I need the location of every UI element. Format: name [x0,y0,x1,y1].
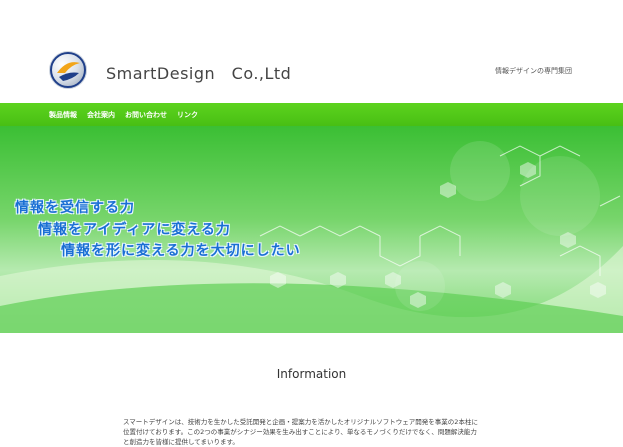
company-name: SmartDesign Co.,Ltd [106,64,292,83]
nav-item-products[interactable]: 製品情報 [49,110,77,120]
main-nav: 製品情報 会社案内 お問い合わせ リンク [0,103,623,126]
hero-line-3: 情報を形に変える力を大切にしたい [61,243,301,259]
tagline: 情報デザインの専門集団 [495,67,572,75]
hero-line-2: 情報をアイディアに変える力 [38,222,231,238]
company-logo-icon[interactable] [49,51,87,89]
nav-item-links[interactable]: リンク [177,110,198,120]
nav-item-contact[interactable]: お問い合わせ [125,110,167,120]
section-title: Information [276,367,347,381]
nav-item-company[interactable]: 会社案内 [87,110,115,120]
hero-line-1: 情報を受信する力 [15,200,135,216]
header: SmartDesign Co.,Ltd 情報デザインの専門集団 [0,0,623,103]
